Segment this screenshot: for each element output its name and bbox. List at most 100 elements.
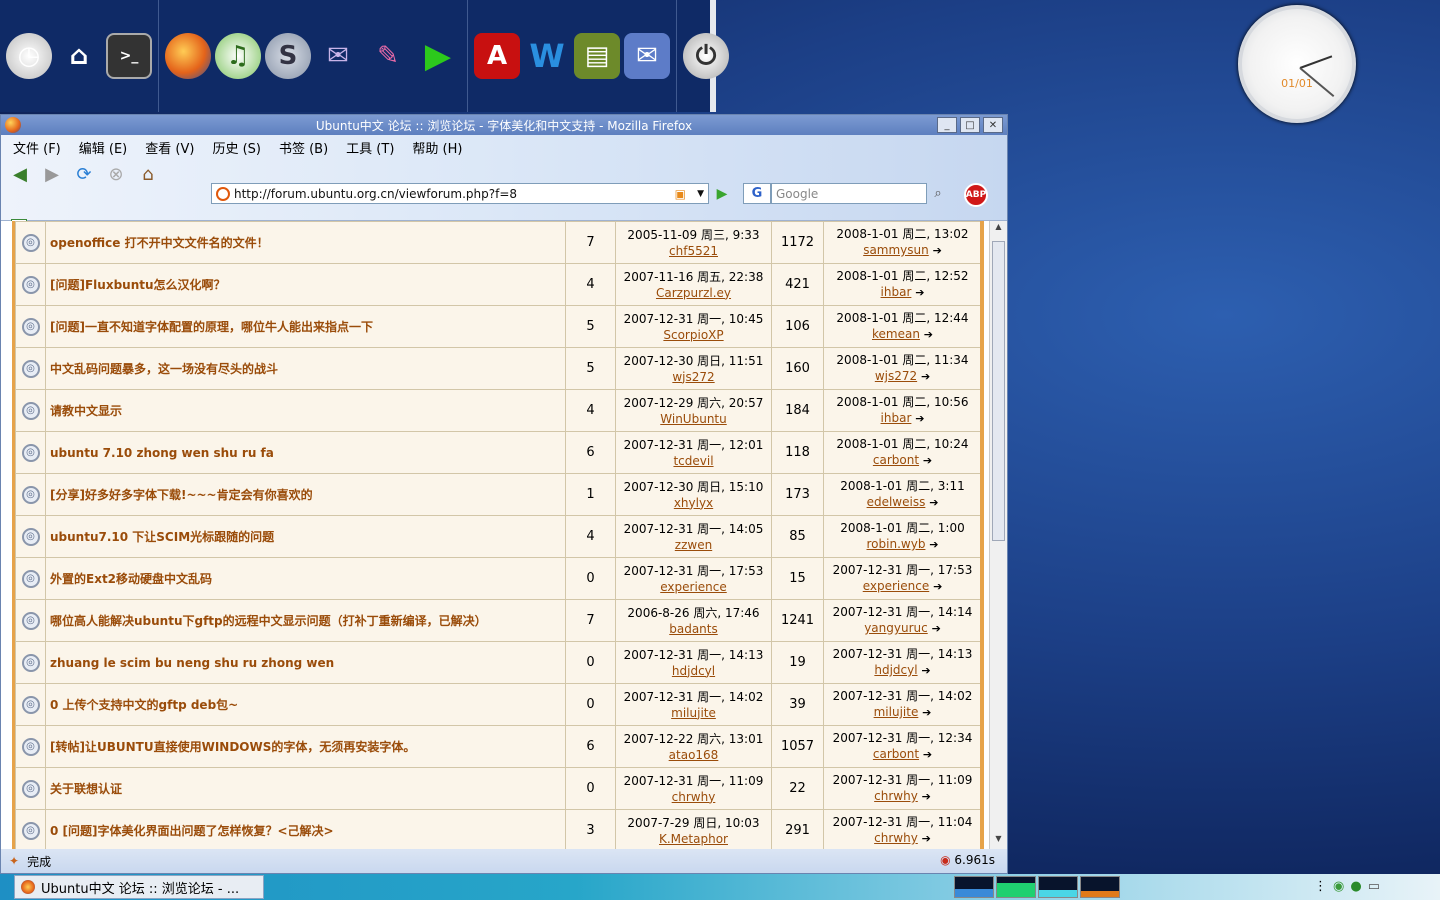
goto-last-post-icon[interactable]: ➔ [921,664,930,677]
topic-author-link[interactable]: atao168 [616,747,771,763]
url-bar[interactable]: http://forum.ubuntu.org.cn/viewforum.php… [211,183,709,204]
terminal-icon[interactable]: >_ [106,33,152,79]
goto-last-post-icon[interactable]: ➔ [929,538,938,551]
window-titlebar[interactable]: Ubuntu中文 论坛 :: 浏览论坛 - 字体美化和中文支持 - Mozill… [1,115,1007,135]
goto-last-post-icon[interactable]: ➔ [921,370,930,383]
topic-author-link[interactable]: chf5521 [616,243,771,259]
topic-last-user-link[interactable]: edelweiss [867,495,926,509]
goto-last-post-icon[interactable]: ➔ [915,412,924,425]
pidgin-icon[interactable]: ✉ [315,33,361,79]
menu-bookmarks[interactable]: 书签 (B) [273,138,334,157]
go-icon[interactable]: ▶ [711,183,733,204]
google-icon[interactable]: G [743,183,771,204]
topic-title-link[interactable]: 关于联想认证 [50,782,122,796]
topic-author-link[interactable]: badants [616,621,771,637]
topic-author-link[interactable]: tcdevil [616,453,771,469]
menu-tools[interactable]: 工具 (T) [340,138,400,157]
search-input[interactable]: Google [771,183,927,204]
goto-last-post-icon[interactable]: ➔ [924,328,933,341]
url-dropdown-icon[interactable]: ▼ [697,189,704,199]
topic-title-link[interactable]: 0 上传个支持中文的gftp deb包~ [50,698,238,712]
goto-last-post-icon[interactable]: ➔ [915,286,924,299]
stop-icon[interactable]: ⊗ [103,162,129,186]
taskbar-item-firefox[interactable]: Ubuntu中文 论坛 :: 浏览论坛 - ... [14,875,264,899]
topic-title-link[interactable]: openoffice 打不开中文文件名的文件！ [50,236,269,250]
topic-last-user-link[interactable]: hdjdcyl [874,663,917,677]
topic-title-link[interactable]: 0 [问题]字体美化界面出问题了怎样恢复？<己解决> [50,824,334,838]
power-icon[interactable]: ⏻ [683,33,729,79]
back-icon[interactable]: ◀ [7,162,33,186]
topic-title-link[interactable]: ubuntu7.10 下让SCIM光标跟随的问题 [50,530,274,544]
topic-title-link[interactable]: [分享]好多好多字体下载!~~~肯定会有你喜欢的 [50,488,313,502]
goto-last-post-icon[interactable]: ➔ [922,832,931,845]
reload-icon[interactable]: ⟳ [71,162,97,186]
menu-file[interactable]: 文件 (F) [7,138,67,157]
paint-icon[interactable]: ✎ [365,33,411,79]
topic-author-link[interactable]: K.Metaphor [616,831,771,847]
minimize-button[interactable]: _ [937,117,957,133]
network-icon[interactable]: ⋮ [1314,879,1327,894]
topic-title-link[interactable]: [转帖]让UBUNTU直接使用WINDOWS的字体，无须再安装字体。 [50,740,415,754]
books-icon[interactable]: ▤ [574,33,620,79]
scroll-down-icon[interactable]: ▼ [992,834,1005,848]
search-icon[interactable]: ⌕ [927,183,949,204]
goto-last-post-icon[interactable]: ➔ [929,496,938,509]
topic-last-user-link[interactable]: chrwhy [874,831,918,845]
menu-history[interactable]: 历史 (S) [206,138,267,157]
topic-last-user-link[interactable]: yangyuruc [864,621,928,635]
menu-help[interactable]: 帮助 (H) [406,138,468,157]
topic-author-link[interactable]: experience [616,579,771,595]
home-icon[interactable]: ⌂ [135,162,161,186]
goto-last-post-icon[interactable]: ➔ [932,622,941,635]
topic-last-user-link[interactable]: carbont [873,453,919,467]
home-icon[interactable]: ⌂ [56,33,102,79]
update-icon[interactable]: ◉ [1333,879,1344,894]
firefox-icon[interactable] [165,33,211,79]
topic-last-user-link[interactable]: chrwhy [874,789,918,803]
topic-author-link[interactable]: Carzpurzl.ey [616,285,771,301]
topic-last-user-link[interactable]: sammysun [863,243,929,257]
goto-last-post-icon[interactable]: ➔ [922,706,931,719]
topic-author-link[interactable]: zzwen [616,537,771,553]
topic-last-user-link[interactable]: carbont [873,747,919,761]
skype-icon[interactable]: S [265,33,311,79]
topic-title-link[interactable]: 中文乱码问题暴多，这一场没有尽头的战斗 [50,362,278,376]
close-button[interactable]: ✕ [983,117,1003,133]
music-icon[interactable]: ♫ [215,33,261,79]
topic-title-link[interactable]: [问题]一直不知道字体配置的原理，哪位牛人能出来指点一下 [50,320,373,334]
forward-icon[interactable]: ▶ [39,162,65,186]
topic-last-user-link[interactable]: robin.wyb [867,537,926,551]
topic-last-user-link[interactable]: experience [863,579,930,593]
topic-author-link[interactable]: wjs272 [616,369,771,385]
vertical-scrollbar[interactable]: ▲ ▼ [989,221,1007,849]
rss-icon[interactable]: ▣ [675,187,686,201]
topic-title-link[interactable]: zhuang le scim bu neng shu ru zhong wen [50,656,334,670]
topic-last-user-link[interactable]: milujite [874,705,919,719]
play-icon[interactable]: ▶ [415,33,461,79]
topic-last-user-link[interactable]: wjs272 [875,369,917,383]
maximize-button[interactable]: □ [960,117,980,133]
topic-title-link[interactable]: 哪位高人能解决ubuntu下gftp的远程中文显示问题（打补丁重新编译，已解决） [50,614,487,628]
topic-last-user-link[interactable]: kemean [872,327,920,341]
topic-title-link[interactable]: 请教中文显示 [50,404,122,418]
user-icon[interactable]: ● [1350,879,1361,894]
goto-last-post-icon[interactable]: ➔ [933,244,942,257]
topic-title-link[interactable]: [问题]Fluxbuntu怎么汉化啊？ [50,278,226,292]
topic-author-link[interactable]: xhylyx [616,495,771,511]
adblock-icon[interactable]: ABP [964,183,988,207]
topic-title-link[interactable]: 外置的Ext2移动硬盘中文乱码 [50,572,212,586]
scroll-thumb[interactable] [992,241,1005,541]
drive-icon[interactable]: ▭ [1368,879,1380,894]
topic-title-link[interactable]: ubuntu 7.10 zhong wen shu ru fa [50,446,274,460]
goto-last-post-icon[interactable]: ➔ [933,580,942,593]
writer-icon[interactable]: W [524,33,570,79]
scroll-up-icon[interactable]: ▲ [992,222,1005,236]
goto-last-post-icon[interactable]: ➔ [923,748,932,761]
menu-view[interactable]: 查看 (V) [139,138,200,157]
topic-author-link[interactable]: milujite [616,705,771,721]
topic-last-user-link[interactable]: ihbar [881,285,912,299]
topic-author-link[interactable]: ScorpioXP [616,327,771,343]
email-icon[interactable]: ✉ [624,33,670,79]
goto-last-post-icon[interactable]: ➔ [922,790,931,803]
menu-edit[interactable]: 编辑 (E) [73,138,134,157]
